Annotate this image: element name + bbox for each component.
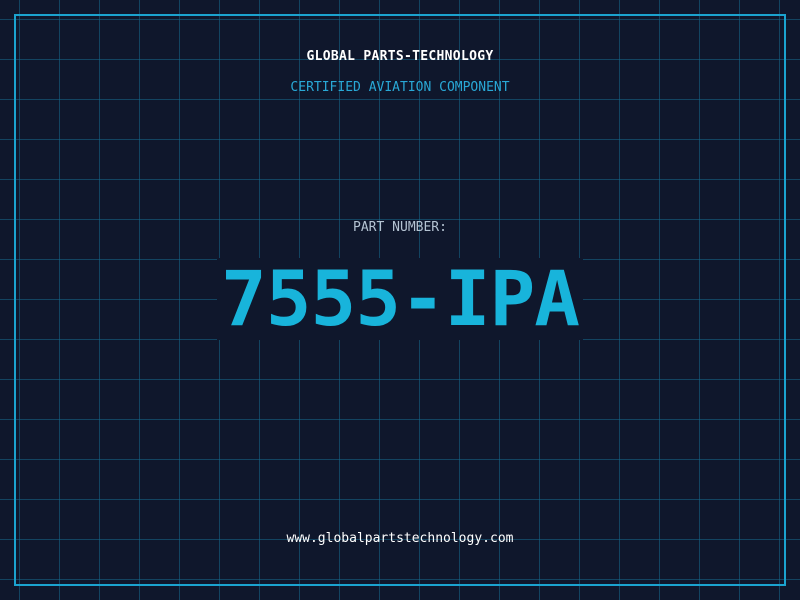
- company-name: GLOBAL PARTS-TECHNOLOGY: [306, 49, 494, 64]
- part-number-container: 7555-IPA: [0, 258, 800, 340]
- website-url: www.globalpartstechnology.com: [286, 531, 514, 546]
- part-number-value: 7555-IPA: [216, 258, 584, 340]
- part-number-label: PART NUMBER:: [353, 220, 447, 235]
- tagline: CERTIFIED AVIATION COMPONENT: [290, 80, 510, 95]
